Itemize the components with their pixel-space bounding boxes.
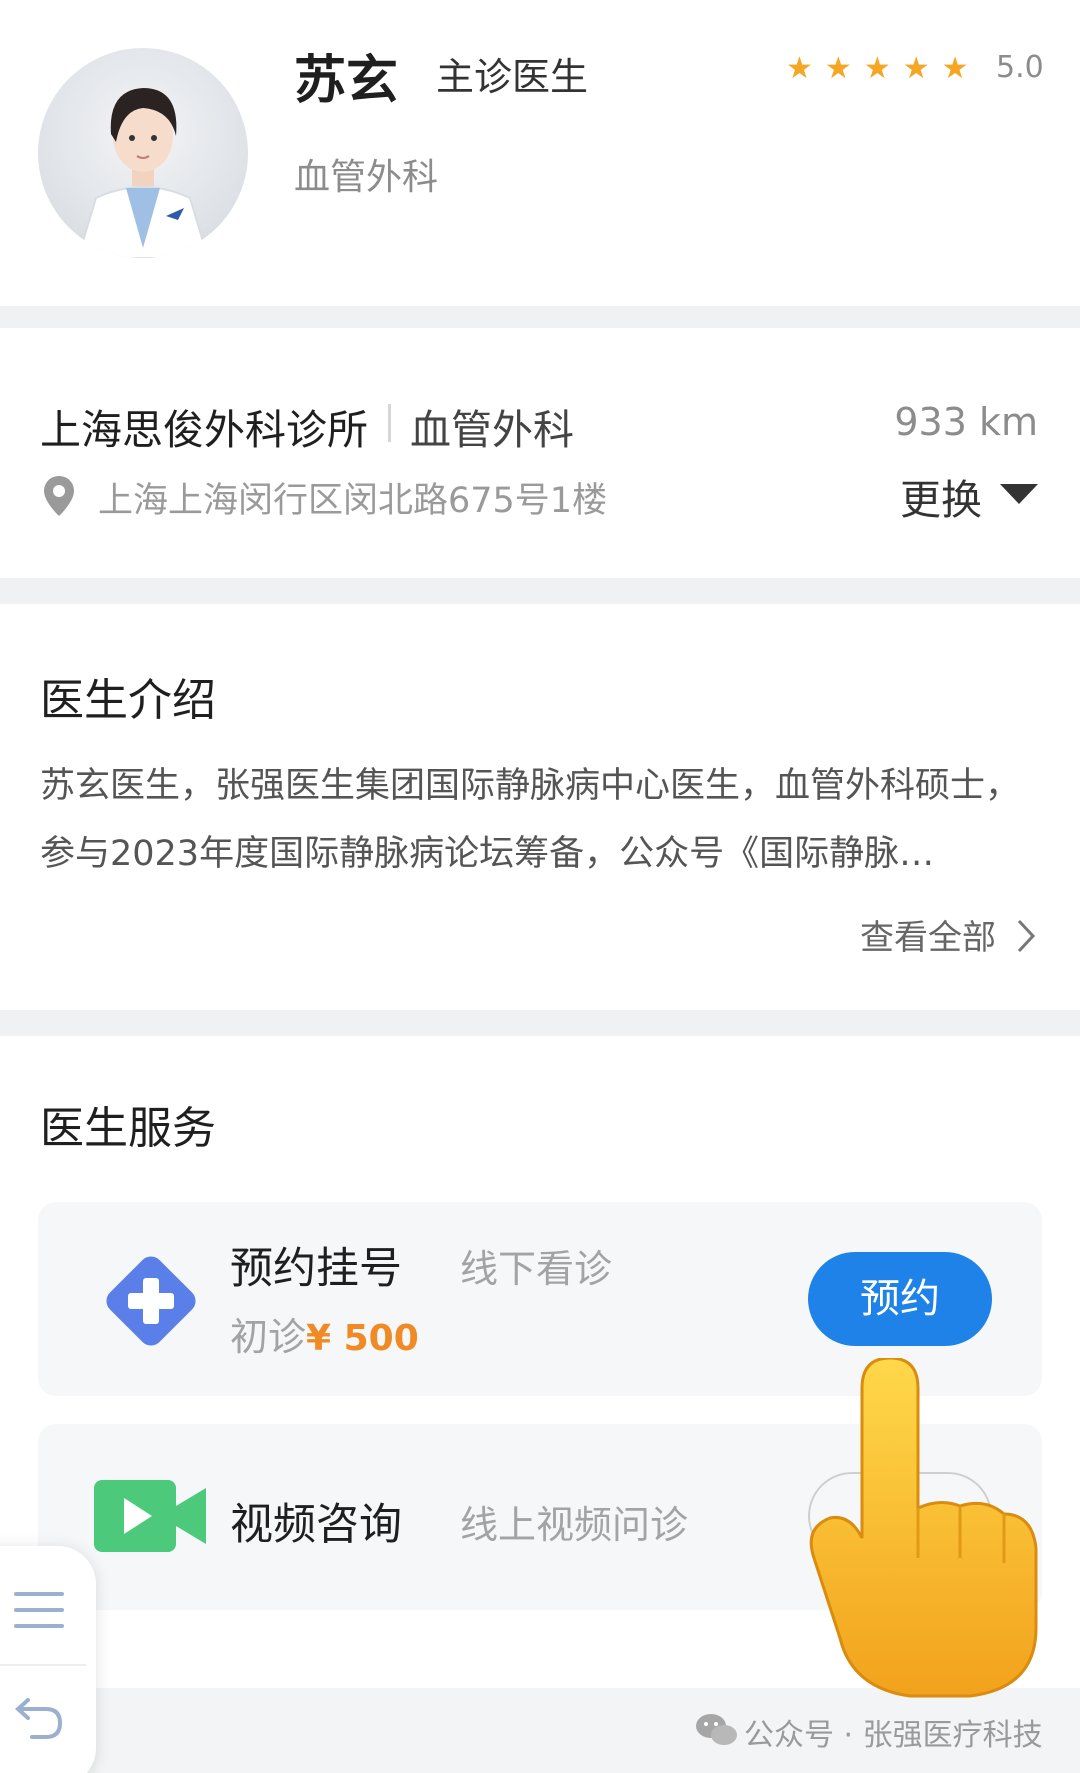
location-pin-icon <box>44 476 74 516</box>
chevron-right-icon[interactable] <box>1016 918 1036 954</box>
clinic-address: 上海上海闵行区闵北路675号1楼 <box>98 481 608 521</box>
doctor-department: 血管外科 <box>294 157 439 198</box>
clinic-department: 血管外科 <box>410 406 574 454</box>
doctor-name: 苏玄 <box>294 51 399 111</box>
service-description: 线上视频问诊 <box>460 1503 689 1547</box>
menu-icon[interactable] <box>14 1590 64 1630</box>
rating-score: 5.0 <box>996 50 1044 85</box>
star-icon: ★ <box>786 51 813 86</box>
service-name: 预约挂号 <box>230 1244 402 1294</box>
medical-cross-icon <box>106 1256 196 1346</box>
rating-stars: ★ ★ ★ ★ ★ <box>786 52 969 86</box>
services-heading: 医生服务 <box>40 1103 216 1154</box>
book-button[interactable]: 预约 <box>808 1252 992 1346</box>
first-visit-label: 初诊 <box>230 1315 307 1359</box>
divider <box>0 1664 86 1666</box>
back-arrow-icon[interactable] <box>14 1696 64 1740</box>
view-all-link[interactable]: 查看全部 <box>860 910 996 959</box>
clinic-name: 上海思俊外科诊所 <box>40 406 368 454</box>
doctor-title: 主诊医生 <box>436 55 589 99</box>
section-divider <box>0 1010 1080 1036</box>
pointing-hand-icon <box>809 1358 1038 1698</box>
change-clinic-button[interactable]: 更换 <box>900 466 982 526</box>
doctor-avatar <box>38 48 248 258</box>
service-price: ¥ 500 <box>306 1318 419 1359</box>
wechat-icon <box>696 1714 737 1745</box>
clinic-distance: 933 km <box>894 400 1038 444</box>
divider <box>388 404 391 442</box>
watermark-text: 公众号 · 张强医疗科技 <box>744 1718 1043 1753</box>
star-icon: ★ <box>863 51 891 86</box>
floating-tool-panel <box>0 1546 96 1773</box>
section-divider <box>0 578 1080 604</box>
chevron-down-icon[interactable] <box>1000 484 1038 504</box>
service-price-row: 初诊¥ 500 <box>230 1306 419 1361</box>
intro-heading: 医生介绍 <box>40 675 216 726</box>
star-icon: ★ <box>824 51 852 86</box>
service-description: 线下看诊 <box>460 1247 613 1291</box>
star-icon: ★ <box>941 51 969 86</box>
video-camera-icon <box>94 1480 206 1552</box>
doctor-profile-page: 苏玄 主诊医生 血管外科 ★ ★ ★ ★ ★ 5.0 上海思俊外科诊所 血管外科… <box>0 0 1080 1773</box>
intro-text: 苏玄医生，张强医生集团国际静脉病中心医生，血管外科硕士，参与2023年度国际静脉… <box>40 766 1021 874</box>
service-name: 视频咨询 <box>230 1500 402 1550</box>
section-divider <box>0 306 1080 328</box>
star-icon: ★ <box>902 51 930 86</box>
